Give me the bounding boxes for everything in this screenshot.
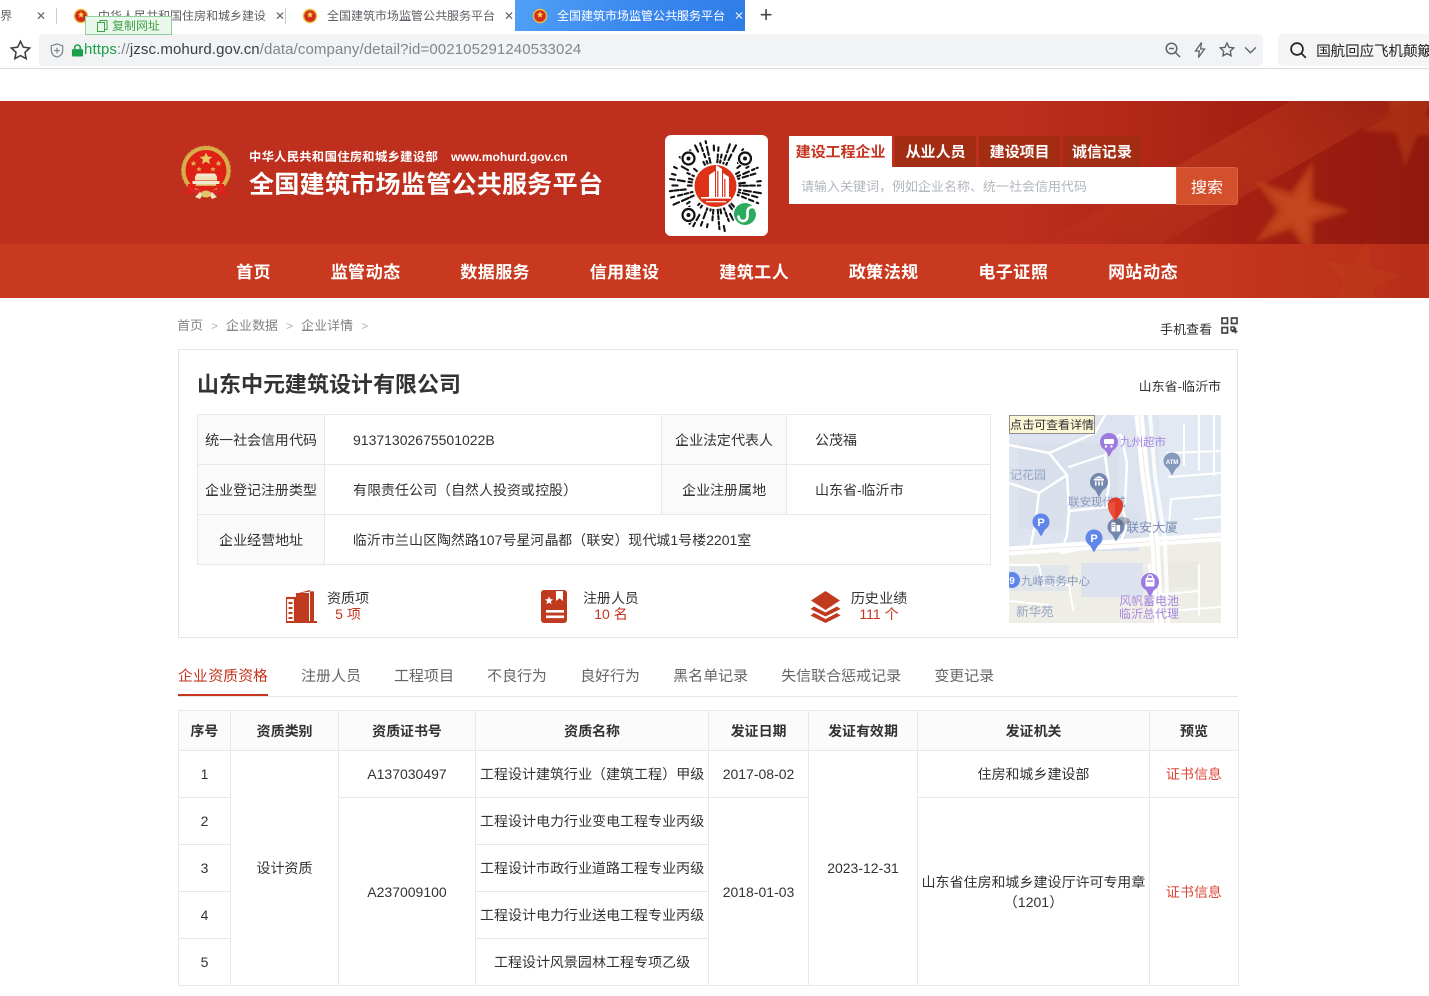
svg-text:九峰商务中心: 九峰商务中心 xyxy=(1021,574,1090,588)
svg-text:9: 9 xyxy=(1009,576,1015,587)
svg-text:九州超市: 九州超市 xyxy=(1120,435,1166,449)
svg-text:临沂总代理: 临沂总代理 xyxy=(1119,607,1179,621)
svg-text:ATM: ATM xyxy=(1166,460,1179,466)
svg-text:P: P xyxy=(1037,517,1044,529)
svg-text:联安大厦: 联安大厦 xyxy=(1126,520,1178,535)
svg-text:P: P xyxy=(1090,533,1097,545)
svg-text:记花园: 记花园 xyxy=(1010,468,1046,482)
svg-text:风帆蓄电池: 风帆蓄电池 xyxy=(1119,594,1179,608)
svg-text:新华苑: 新华苑 xyxy=(1016,604,1054,619)
